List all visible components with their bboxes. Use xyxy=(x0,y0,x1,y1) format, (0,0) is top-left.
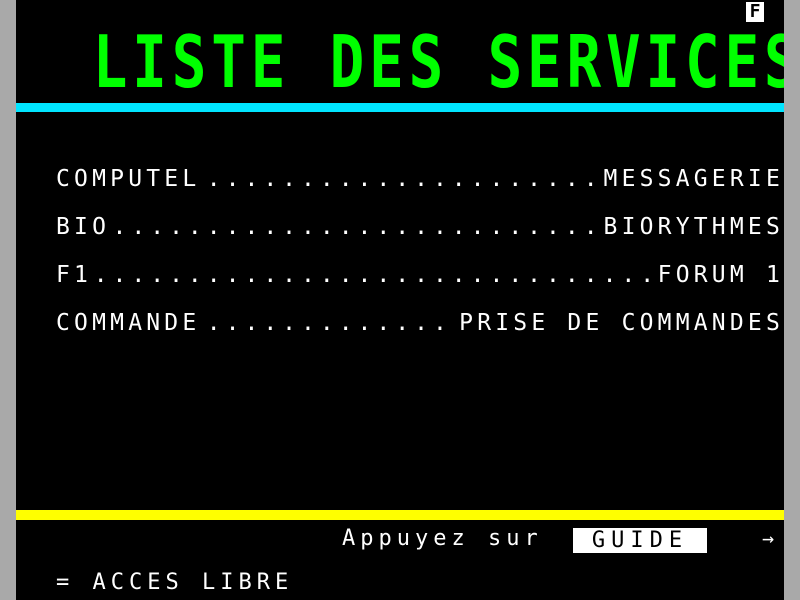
status-indicator: F xyxy=(746,2,764,22)
footer-prompt: Appuyez sur xyxy=(342,526,543,551)
service-code: BIO xyxy=(56,210,113,244)
title-divider xyxy=(16,103,784,112)
service-description: MESSAGERIE xyxy=(599,162,784,196)
service-row-f1[interactable]: ........................................… xyxy=(56,258,784,306)
minitel-screen: F LISTE DES SERVICES ...................… xyxy=(16,0,784,600)
services-list: ........................................… xyxy=(56,162,784,354)
footer-bar: Appuyez sur GUIDE → xyxy=(16,524,784,558)
service-code: COMMANDE xyxy=(56,306,203,340)
access-notice: = ACCES LIBRE xyxy=(56,570,294,595)
service-code: COMPUTEL xyxy=(56,162,203,196)
service-row-commande[interactable]: ........................................… xyxy=(56,306,784,354)
service-row-computel[interactable]: ........................................… xyxy=(56,162,784,210)
guide-key-button[interactable]: GUIDE xyxy=(573,528,707,553)
service-description: PRISE DE COMMANDES xyxy=(455,306,784,340)
service-row-bio[interactable]: ........................................… xyxy=(56,210,784,258)
footer-divider xyxy=(16,510,784,520)
service-description: BIORYTHMES xyxy=(599,210,784,244)
service-description: FORUM 1 xyxy=(653,258,784,292)
page-title: LISTE DES SERVICES xyxy=(92,20,784,104)
arrow-right-icon: → xyxy=(762,526,780,550)
service-code: F1 xyxy=(56,258,95,292)
